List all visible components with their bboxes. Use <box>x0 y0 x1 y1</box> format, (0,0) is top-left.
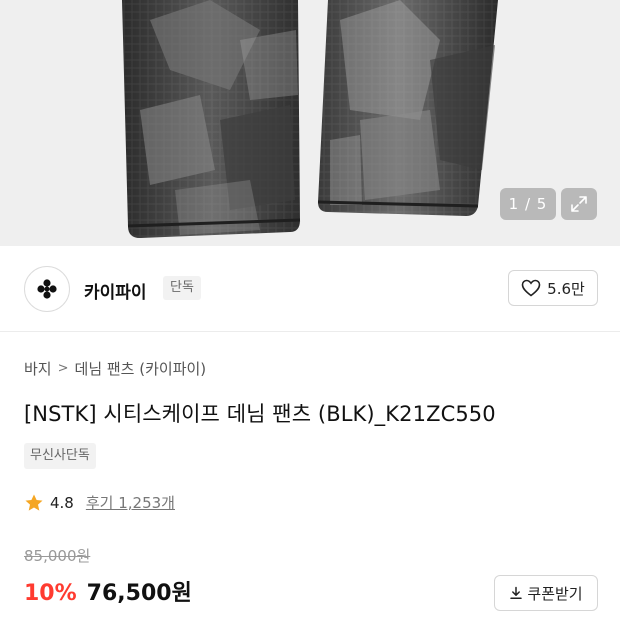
breadcrumb-category[interactable]: 바지 <box>24 358 52 379</box>
breadcrumb-subcategory[interactable]: 데님 팬츠 (카이파이) <box>75 358 207 379</box>
brand-name[interactable]: 카이파이 <box>84 278 147 303</box>
star-icon <box>25 494 43 511</box>
rating-summary: 4.8 후기 1,253개 <box>24 492 175 513</box>
discount-rate: 10% <box>24 581 77 606</box>
expand-image-button[interactable] <box>561 188 597 220</box>
like-button[interactable]: 5.6만 <box>508 270 598 306</box>
exclusive-badge: 단독 <box>163 276 201 300</box>
pager-text: 1 / 5 <box>508 195 548 213</box>
like-count: 5.6만 <box>547 279 585 298</box>
coupon-download-button[interactable]: 쿠폰받기 <box>494 575 598 611</box>
product-title: [NSTK] 시티스케이프 데님 팬츠 (BLK)_K21ZC550 <box>24 402 496 426</box>
brand-logo[interactable] <box>24 266 70 312</box>
clover-logo-icon <box>37 279 57 299</box>
price-row: 10% 76,500원 <box>24 575 192 607</box>
brand-row: 카이파이 단독 5.6만 <box>0 246 620 332</box>
expand-icon <box>571 196 587 212</box>
coupon-label: 쿠폰받기 <box>527 584 583 603</box>
breadcrumb: 바지 > 데님 팬츠 (카이파이) <box>24 358 206 379</box>
product-image-gallery[interactable]: 1 / 5 <box>0 0 620 246</box>
musinsa-exclusive-tag: 무신사단독 <box>24 443 96 469</box>
breadcrumb-separator: > <box>57 361 69 376</box>
original-price: 85,000원 <box>24 547 91 565</box>
heart-outline-icon <box>521 279 541 297</box>
image-pager: 1 / 5 <box>500 188 556 220</box>
download-icon <box>510 586 523 600</box>
sale-price: 76,500원 <box>86 581 192 606</box>
reviews-link[interactable]: 후기 1,253개 <box>86 492 175 513</box>
rating-value: 4.8 <box>50 493 74 512</box>
